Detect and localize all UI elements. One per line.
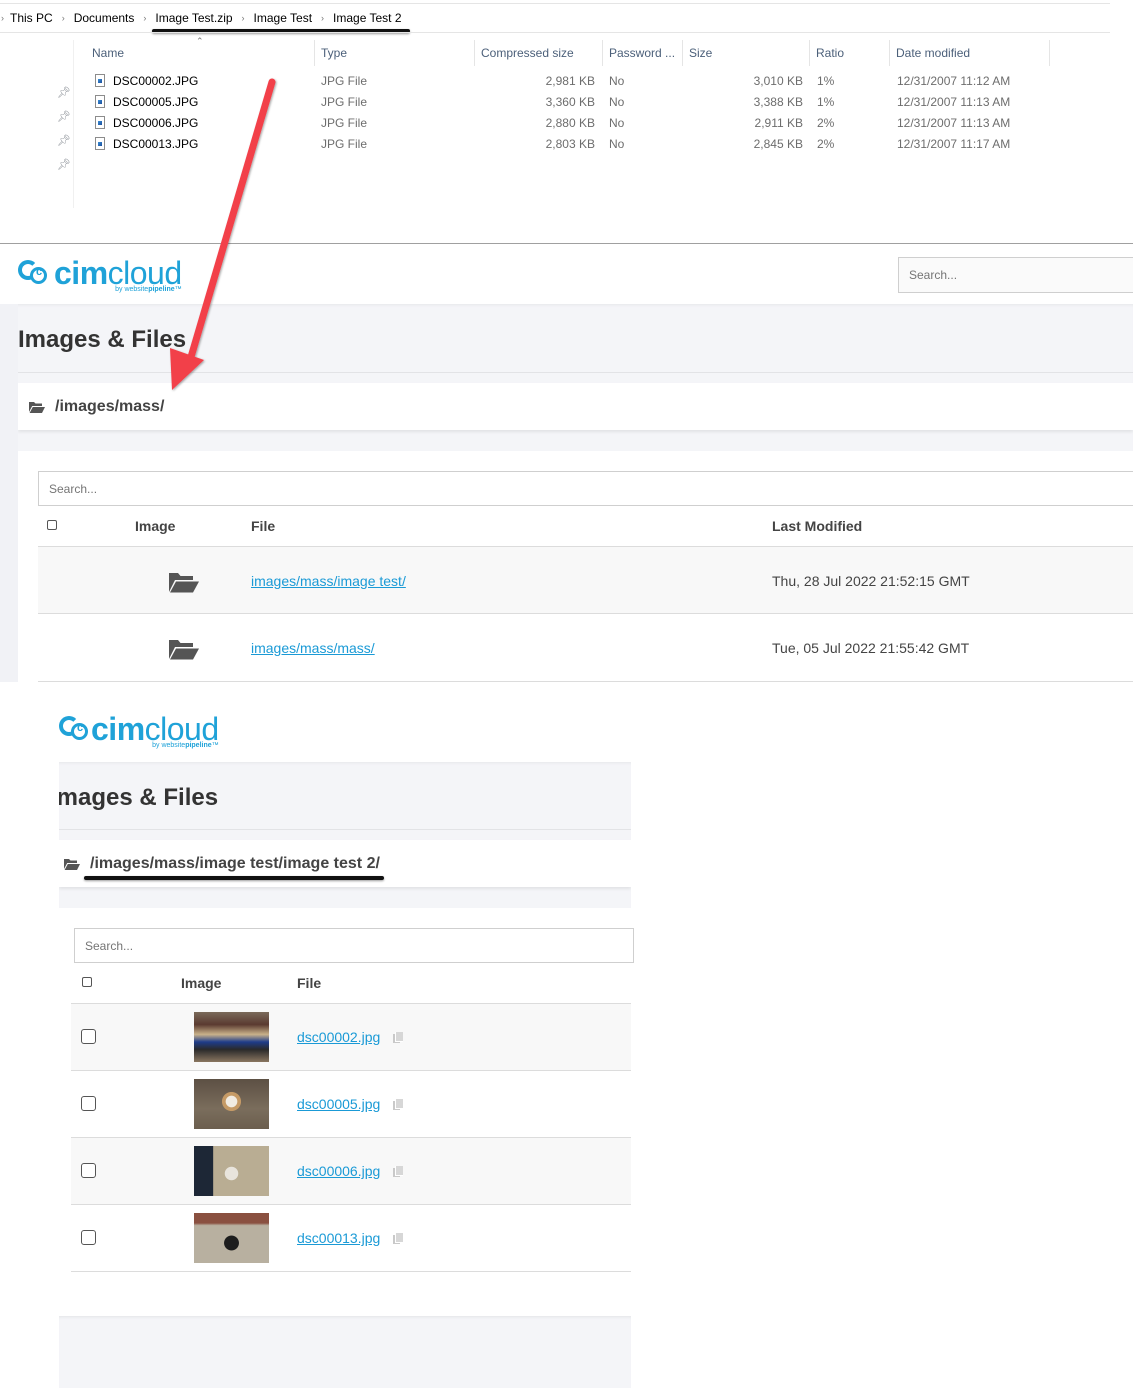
annotation-arrow (170, 78, 276, 390)
annotation-arrow-shape (170, 78, 276, 390)
